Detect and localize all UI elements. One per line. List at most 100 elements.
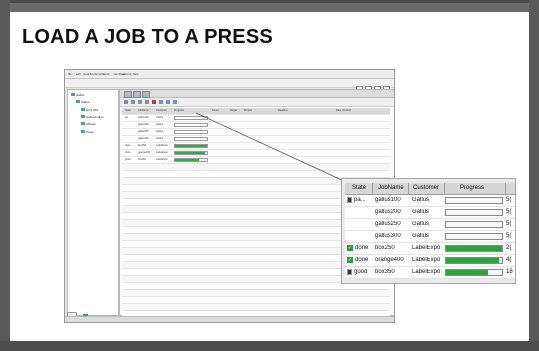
tab-icon[interactable]: [142, 91, 150, 98]
empty-row: [122, 290, 390, 297]
cell-jobname: orange400: [138, 151, 150, 154]
table-row[interactable]: pa gallus100 Gallus: [122, 115, 390, 122]
column-header[interactable]: JobName: [138, 109, 149, 112]
menu-item-file[interactable]: file: [68, 72, 72, 76]
cell-customer: LabelExpo: [412, 257, 441, 263]
job-row[interactable]: ✓ done box250 LabelExpo 2(: [345, 243, 515, 255]
folder-icon: [76, 100, 80, 103]
column-header[interactable]: Printed: [244, 109, 252, 112]
toolbar-icon[interactable]: [131, 100, 135, 104]
folder-icon: [71, 93, 75, 96]
column-header[interactable]: Deadline: [278, 109, 288, 112]
cell-state: done: [125, 144, 131, 147]
tree-item[interactable]: Gallus: [76, 100, 90, 104]
empty-row: [122, 283, 390, 290]
menu-item-actions[interactable]: actions: [122, 72, 132, 76]
table-row[interactable]: done orange400 LabelExpo: [122, 150, 390, 157]
state-label: done: [355, 245, 369, 251]
job-row[interactable]: ✓ done orange400 LabelExpo 4(: [345, 255, 515, 267]
column-header-state[interactable]: State: [352, 185, 366, 191]
delete-icon[interactable]: [152, 100, 156, 104]
menu-item-view[interactable]: view: [83, 72, 89, 76]
state-label: pa...: [354, 197, 366, 203]
toolbar-icon[interactable]: [159, 100, 163, 104]
tree-item[interactable]: Offsets: [81, 122, 95, 126]
cell-jobname: gallus200: [375, 209, 401, 215]
column-header[interactable]: State: [125, 109, 131, 112]
tab-icon[interactable]: [124, 91, 132, 98]
table-row[interactable]: gallus250 Gallus: [122, 129, 390, 136]
cell-jobname: gallus200: [138, 123, 149, 126]
menu-item-tools[interactable]: tools: [103, 72, 109, 76]
toolbar-icon[interactable]: [173, 100, 177, 104]
cell-count: 4(: [506, 257, 512, 263]
empty-row: [122, 171, 390, 178]
slide-frame-top: [0, 0, 539, 12]
tree-item[interactable]: Press: [81, 130, 94, 134]
cell-state: good: [125, 158, 131, 161]
cell-customer: Gallus: [412, 197, 430, 203]
cell-state: pa: [125, 116, 128, 119]
tree-item[interactable]: Gallus: [71, 93, 85, 97]
tree-item-label: Gallus: [76, 93, 85, 97]
column-header[interactable]: Progress: [174, 109, 184, 112]
column-header-progress[interactable]: Progress: [460, 185, 484, 191]
column-header[interactable]: Customer: [156, 109, 167, 112]
job-row[interactable]: gallus250 Gallus 5(: [345, 219, 515, 231]
menu-item-help[interactable]: help: [133, 72, 139, 76]
job-row[interactable]: gallus200 Gallus 5(: [345, 207, 515, 219]
cell-count: 5(: [506, 221, 512, 227]
menu-item-edit[interactable]: edit: [76, 72, 81, 76]
table-row[interactable]: good box350 LabelExpo: [122, 157, 390, 164]
zoomed-table-header: State JobName Customer Progress: [345, 183, 515, 195]
cell-customer: Gallus: [156, 123, 164, 126]
slide-frame-right: [529, 0, 539, 351]
column-header[interactable]: Count: [212, 109, 219, 112]
status-indicators: [67, 306, 97, 319]
column-header-customer[interactable]: Customer: [413, 185, 439, 191]
table-row[interactable]: done box250 LabelExpo: [122, 143, 390, 150]
job-row[interactable]: pa... gallus100 Gallus 5(: [345, 195, 515, 207]
cell-count: 5(: [506, 209, 512, 215]
tree-item[interactable]: ECS 340: [81, 108, 98, 112]
cell-jobname: gallus300: [375, 233, 401, 239]
cell-state: ✓ done: [347, 257, 368, 263]
table-row[interactable]: gallus300 Gallus: [122, 136, 390, 143]
window-controls: [354, 80, 390, 93]
zoom-callout: State JobName Customer Progress pa... gal…: [341, 178, 516, 284]
toolbar-icon[interactable]: [124, 100, 128, 104]
cell-count: 5(: [506, 197, 512, 203]
column-header[interactable]: Date Created: [336, 109, 351, 112]
cell-customer: Gallus: [412, 221, 430, 227]
cell-customer: Gallus: [156, 116, 164, 119]
tab-icon[interactable]: [133, 91, 141, 98]
cell-state: done: [125, 151, 131, 154]
cell-jobname: box250: [375, 245, 395, 251]
cell-jobname: box250: [138, 144, 147, 147]
tree-item[interactable]: Gallus/Indigo: [81, 115, 104, 119]
progress-bar: [174, 130, 208, 134]
progress-fill: [175, 145, 207, 147]
job-row[interactable]: gallus300 Gallus 5(: [345, 231, 515, 243]
toolbar-icon[interactable]: [166, 100, 170, 104]
state-label: done: [355, 257, 369, 263]
table-row[interactable]: gallus200 Gallus: [122, 122, 390, 129]
progress-bar: [174, 137, 208, 141]
job-row[interactable]: good box350 LabelExpo 18: [345, 267, 515, 279]
progress-fill: [175, 152, 206, 154]
tree-item-label: Gallus/Indigo: [86, 115, 104, 119]
cell-jobname: gallus300: [138, 137, 149, 140]
progress-bar: [445, 233, 503, 240]
column-header[interactable]: Target: [230, 109, 237, 112]
folder-icon: [81, 115, 85, 118]
folder-icon: [81, 130, 85, 133]
progress-bar: [445, 209, 503, 216]
toolbar-icon[interactable]: [138, 100, 142, 104]
progress-bar: [445, 221, 503, 228]
cell-jobname: gallus250: [375, 221, 401, 227]
cell-count: 2(: [506, 245, 512, 251]
status-bar: [65, 316, 394, 322]
column-header-jobname[interactable]: JobName: [378, 185, 404, 191]
progress-fill: [446, 246, 502, 251]
toolbar-icon[interactable]: [145, 100, 149, 104]
